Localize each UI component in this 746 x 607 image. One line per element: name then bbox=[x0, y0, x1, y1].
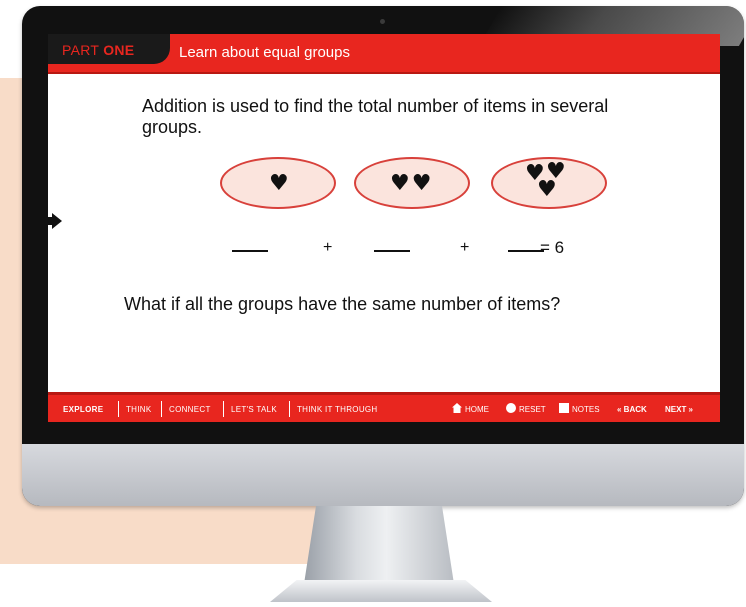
home-icon bbox=[452, 403, 462, 413]
group-oval-1: ♥ bbox=[220, 157, 336, 209]
back-button[interactable]: « BACK bbox=[617, 395, 647, 422]
monitor-stand-neck bbox=[304, 506, 454, 584]
answer-blank-2 bbox=[374, 250, 410, 252]
reset-button[interactable]: RESET bbox=[506, 395, 546, 422]
home-button[interactable]: HOME bbox=[452, 395, 489, 422]
notes-button[interactable]: NOTES bbox=[559, 395, 600, 422]
heart-icon: ♥ bbox=[269, 171, 289, 196]
webcam bbox=[380, 19, 385, 24]
group-oval-2: ♥♥ bbox=[354, 157, 470, 209]
tab-connect[interactable]: CONNECT bbox=[169, 395, 211, 422]
reset-label: RESET bbox=[519, 405, 546, 414]
pointer-arrow-icon bbox=[52, 213, 62, 229]
heart-icon: ♥ bbox=[537, 177, 557, 202]
tab-explore[interactable]: EXPLORE bbox=[63, 395, 103, 422]
part-prefix: PART bbox=[62, 42, 99, 58]
next-button[interactable]: NEXT » bbox=[665, 395, 693, 422]
header-bar: PART ONE Learn about equal groups bbox=[48, 34, 720, 74]
tab-think[interactable]: THINK bbox=[126, 395, 152, 422]
answer-blank-3 bbox=[508, 250, 544, 252]
plus-sign-1: + bbox=[323, 239, 333, 256]
reset-icon bbox=[506, 403, 516, 413]
monitor-stand-base bbox=[270, 580, 492, 602]
question-text: What if all the groups have the same num… bbox=[124, 294, 561, 314]
divider bbox=[161, 401, 162, 417]
footer-nav: EXPLORE THINK CONNECT LET'S TALK THINK I… bbox=[48, 392, 720, 422]
plus-sign-2: + bbox=[460, 239, 470, 256]
notes-label: NOTES bbox=[572, 405, 600, 414]
group-oval-3: ♥ ♥ ♥ bbox=[491, 157, 607, 209]
lesson-title: Learn about equal groups bbox=[179, 44, 350, 61]
equation-result: = 6 bbox=[540, 238, 565, 257]
heart-icon: ♥♥ bbox=[390, 171, 434, 196]
monitor: PART ONE Learn about equal groups Additi… bbox=[22, 6, 744, 506]
tab-think-it-through[interactable]: THINK IT THROUGH bbox=[297, 395, 378, 422]
tab-lets-talk[interactable]: LET'S TALK bbox=[231, 395, 277, 422]
divider bbox=[289, 401, 290, 417]
divider bbox=[223, 401, 224, 417]
monitor-chin bbox=[22, 444, 744, 506]
part-number: ONE bbox=[103, 42, 135, 58]
intro-text: Addition is used to find the total numbe… bbox=[142, 96, 609, 137]
notes-icon bbox=[559, 403, 569, 413]
lesson-screen: PART ONE Learn about equal groups Additi… bbox=[48, 34, 720, 422]
answer-blank-1 bbox=[232, 250, 268, 252]
home-label: HOME bbox=[465, 405, 489, 414]
divider bbox=[118, 401, 119, 417]
part-label: PART ONE bbox=[48, 34, 170, 64]
